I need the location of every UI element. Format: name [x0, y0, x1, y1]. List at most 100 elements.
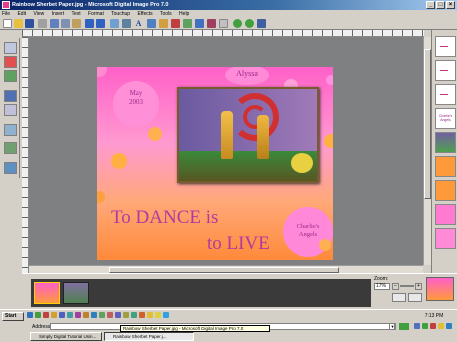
horizontal-scrollbar[interactable]	[29, 265, 423, 273]
picture-icon[interactable]	[195, 19, 204, 28]
quicklaunch-icon[interactable]	[123, 312, 129, 318]
start-button[interactable]: Start	[2, 312, 24, 321]
badge-line2[interactable]: Angels	[283, 231, 333, 238]
quicklaunch-icon[interactable]	[99, 312, 105, 318]
menu-tools[interactable]: Tools	[160, 11, 172, 17]
quicklaunch-icon[interactable]	[91, 312, 97, 318]
select-icon[interactable]	[147, 19, 156, 28]
layer-thumbnail[interactable]	[435, 180, 456, 201]
crop-icon[interactable]	[122, 19, 131, 28]
picture-tool-icon[interactable]	[4, 90, 17, 102]
layer-thumbnail[interactable]	[435, 204, 456, 225]
layer-thumbnail[interactable]	[435, 132, 456, 153]
filmstrip-thumbnail-active[interactable]	[34, 282, 60, 304]
quicklaunch-icon[interactable]	[43, 312, 49, 318]
zoom-value-field[interactable]: 17%	[374, 283, 390, 290]
copy-icon[interactable]	[61, 19, 70, 28]
touchup-tool-icon[interactable]	[4, 56, 17, 68]
layer-thumbnail[interactable]	[435, 36, 456, 57]
tray-icon[interactable]	[422, 323, 428, 329]
layout-tool-icon[interactable]	[4, 142, 17, 154]
layer-thumbnail[interactable]: Charlie's Angels	[435, 108, 456, 129]
menu-help[interactable]: Help	[179, 11, 189, 17]
rotate-right-icon[interactable]	[245, 19, 254, 28]
date-year-text[interactable]: 2003	[113, 98, 159, 106]
layer-thumbnail[interactable]	[435, 156, 456, 177]
menu-text[interactable]: Text	[71, 11, 80, 17]
layer-thumbnail[interactable]	[435, 60, 456, 81]
panel-tool-icon[interactable]	[4, 162, 17, 174]
paint-icon[interactable]	[159, 19, 168, 28]
taskbar-button[interactable]: Simply Digital Tutorial Usin...	[30, 332, 102, 341]
tray-icon[interactable]	[430, 323, 436, 329]
filmstrip-thumbnail[interactable]	[63, 282, 89, 304]
flip-icon[interactable]	[257, 19, 266, 28]
text-icon[interactable]: A	[134, 19, 143, 28]
scroll-thumb[interactable]	[424, 49, 431, 199]
menu-format[interactable]: Format	[88, 11, 104, 17]
maximize-button[interactable]: □	[436, 1, 445, 9]
minimize-button[interactable]: _	[426, 1, 435, 9]
shape-tool-icon[interactable]	[4, 104, 17, 116]
table-icon[interactable]	[219, 19, 228, 28]
quicklaunch-icon[interactable]	[83, 312, 89, 318]
quicklaunch-icon[interactable]	[139, 312, 145, 318]
quicklaunch-icon[interactable]	[155, 312, 161, 318]
paint-tool-icon[interactable]	[4, 70, 17, 82]
layer-thumbnail[interactable]	[435, 84, 456, 105]
menu-file[interactable]: File	[2, 11, 10, 17]
navigator-thumbnail[interactable]	[426, 277, 454, 301]
quicklaunch-icon[interactable]	[27, 312, 33, 318]
menu-touchup[interactable]: Touchup	[111, 11, 130, 17]
quicklaunch-icon[interactable]	[75, 312, 81, 318]
frame-tool-icon[interactable]	[4, 124, 17, 136]
quicklaunch-icon[interactable]	[35, 312, 41, 318]
quicklaunch-icon[interactable]	[163, 312, 169, 318]
cut-icon[interactable]	[50, 19, 59, 28]
quicklaunch-icon[interactable]	[115, 312, 121, 318]
layer-icon[interactable]	[183, 19, 192, 28]
layer-thumbnail[interactable]	[435, 228, 456, 249]
zoom-icon[interactable]	[110, 19, 119, 28]
address-dropdown-icon[interactable]: ▼	[389, 323, 396, 330]
zoom-out-button[interactable]: −	[392, 283, 399, 290]
go-icon[interactable]	[399, 323, 409, 330]
dance-photo[interactable]	[177, 87, 319, 183]
menu-insert[interactable]: Insert	[52, 11, 65, 17]
zoom-in-button[interactable]: +	[415, 283, 422, 290]
open-icon[interactable]	[14, 19, 23, 28]
shape-icon[interactable]	[171, 19, 180, 28]
vertical-scrollbar[interactable]	[423, 37, 431, 265]
menu-effects[interactable]: Effects	[137, 11, 152, 17]
taskbar-button-active[interactable]: Rainbow Sherbet Paper.j...	[104, 332, 194, 341]
quicklaunch-icon[interactable]	[147, 312, 153, 318]
document-canvas[interactable]: Alyssa May 2003 To DANCE is to LIVE Char…	[97, 67, 333, 260]
effects-icon[interactable]	[207, 19, 216, 28]
quicklaunch-icon[interactable]	[131, 312, 137, 318]
new-icon[interactable]	[3, 19, 12, 28]
tray-icon[interactable]	[414, 323, 420, 329]
name-text[interactable]: Alyssa	[225, 69, 269, 78]
headline-line1[interactable]: To DANCE is	[111, 207, 281, 229]
menu-view[interactable]: View	[33, 11, 44, 17]
badge-line1[interactable]: Charlie's	[283, 223, 333, 230]
date-month-text[interactable]: May	[113, 89, 159, 97]
undo-icon[interactable]	[85, 19, 94, 28]
tray-icon[interactable]	[438, 323, 444, 329]
save-icon[interactable]	[25, 19, 34, 28]
quicklaunch-icon[interactable]	[51, 312, 57, 318]
rotate-left-icon[interactable]	[233, 19, 242, 28]
quicklaunch-icon[interactable]	[67, 312, 73, 318]
quicklaunch-icon[interactable]	[107, 312, 113, 318]
pointer-tool-icon[interactable]	[4, 42, 17, 54]
tray-icon[interactable]	[446, 323, 452, 329]
clock[interactable]: 7:13 PM	[414, 311, 454, 321]
quicklaunch-icon[interactable]	[59, 312, 65, 318]
menu-edit[interactable]: Edit	[17, 11, 26, 17]
close-button[interactable]: ×	[446, 1, 455, 9]
actual-size-icon[interactable]	[408, 293, 422, 302]
paste-icon[interactable]	[72, 19, 81, 28]
redo-icon[interactable]	[96, 19, 105, 28]
fit-page-icon[interactable]	[392, 293, 406, 302]
zoom-slider[interactable]	[400, 285, 414, 287]
